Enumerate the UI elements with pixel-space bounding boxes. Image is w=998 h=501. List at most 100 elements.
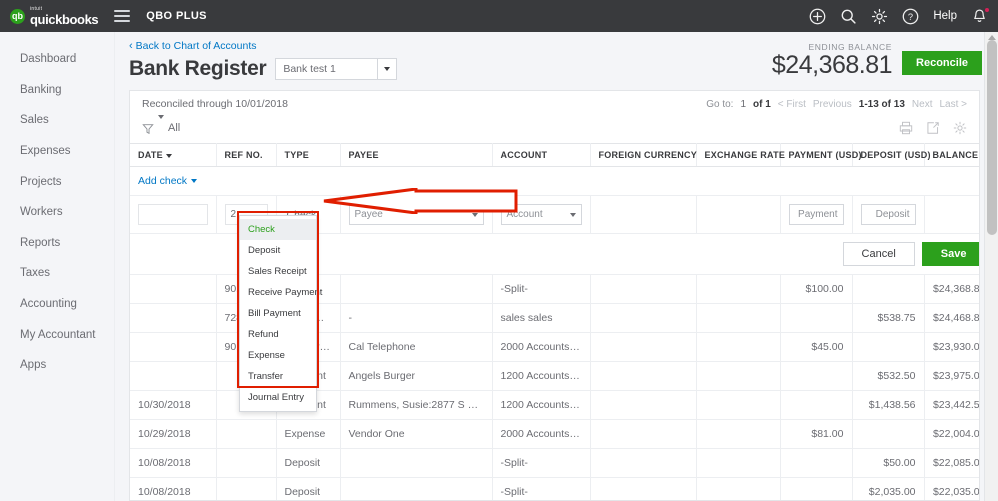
cell-payment (780, 390, 853, 420)
edit-cell-deposit[interactable]: Deposit (852, 195, 925, 234)
sidebar-item-workers[interactable]: Workers (0, 197, 114, 228)
chevron-down-icon[interactable] (466, 204, 484, 225)
edit-cell-payment[interactable]: Payment (780, 195, 853, 234)
dropdown-item-receive-payment[interactable]: Receive Payment (240, 282, 322, 303)
edit-cell-payee[interactable]: Payee (340, 195, 493, 234)
plus-icon[interactable] (809, 8, 826, 25)
cell-foreign-currency (590, 332, 697, 362)
date-input[interactable] (138, 204, 208, 225)
chevron-left-icon: ‹ (129, 39, 133, 52)
column-header-balance[interactable]: BALANCE (USD) (924, 143, 979, 167)
add-check-dropdown-trigger[interactable]: Add check (138, 175, 198, 187)
column-header-payment[interactable]: PAYMENT (USD) (780, 143, 862, 167)
cell-balance: $23,930.06 (924, 332, 979, 362)
cell-exchange-rate (696, 303, 781, 333)
transaction-type-dropdown[interactable]: Check Deposit Sales Receipt Receive Payment… (239, 215, 322, 412)
cell-balance: $22,085.00 (924, 448, 979, 478)
page-number-input[interactable]: 1 (740, 99, 746, 110)
notifications-bell-icon[interactable] (971, 6, 990, 25)
back-to-chart-of-accounts-link[interactable]: ‹ Back to Chart of Accounts (129, 40, 772, 52)
cell-deposit: $2,035.00 (852, 477, 925, 500)
previous-page-button[interactable]: Previous (813, 99, 852, 110)
main-content: ‹ Back to Chart of Accounts Bank Registe… (115, 32, 998, 501)
cell-payee (340, 274, 493, 304)
dropdown-item-refund[interactable]: Refund (240, 324, 316, 345)
table-row[interactable]: 10/29/2018 Expense Vendor One 2000 Accounts… (130, 419, 979, 449)
scrollbar-thumb[interactable] (987, 40, 997, 235)
cell-foreign-currency (590, 274, 697, 304)
vertical-scrollbar[interactable] (984, 32, 998, 501)
cell-ref (216, 477, 277, 500)
save-button[interactable]: Save (921, 242, 979, 266)
payment-input[interactable]: Payment (788, 204, 844, 225)
next-page-button[interactable]: Next (912, 99, 933, 110)
cell-exchange-rate (696, 477, 781, 500)
sidebar-item-dashboard[interactable]: Dashboard (0, 44, 114, 75)
cell-date (130, 303, 217, 333)
edit-cell-date[interactable] (130, 195, 217, 234)
column-header-date[interactable]: DATE (130, 143, 217, 167)
cell-payment (780, 477, 853, 500)
sidebar-item-expenses[interactable]: Expenses (0, 136, 114, 167)
deposit-input[interactable]: Deposit (860, 204, 916, 225)
sidebar-item-sales[interactable]: Sales (0, 105, 114, 136)
dropdown-item-deposit[interactable]: Deposit (240, 240, 316, 261)
filter-control[interactable]: All (142, 115, 180, 137)
column-header-payee[interactable]: PAYEE (340, 143, 493, 167)
dropdown-item-journal-entry[interactable]: Journal Entry (240, 387, 316, 408)
reconcile-button[interactable]: Reconcile (902, 51, 982, 75)
dropdown-item-transfer[interactable]: Transfer (240, 366, 316, 387)
column-header-foreign-currency[interactable]: FOREIGN CURRENCY (590, 143, 697, 167)
cell-account: 2000 Accounts Paya... (492, 419, 591, 449)
cell-payment: $100.00 (780, 274, 853, 304)
sidebar-item-apps[interactable]: Apps (0, 350, 114, 381)
cell-date: 10/30/2018 (130, 390, 217, 420)
cell-balance: $24,468.81 (924, 303, 979, 333)
column-header-type[interactable]: TYPE (276, 143, 341, 167)
gear-icon[interactable] (871, 8, 888, 25)
plan-label: QBO PLUS (146, 10, 207, 22)
dropdown-item-bill-payment[interactable]: Bill Payment (240, 303, 316, 324)
help-label[interactable]: Help (933, 10, 957, 22)
cell-exchange-rate (696, 448, 781, 478)
chevron-down-icon[interactable] (564, 204, 582, 225)
dropdown-item-expense[interactable]: Expense (240, 345, 316, 366)
goto-label: Go to: (706, 98, 734, 110)
first-page-button[interactable]: < First (778, 99, 806, 110)
search-icon[interactable] (840, 8, 857, 25)
sidebar-item-projects[interactable]: Projects (0, 167, 114, 198)
cell-type: Deposit (276, 477, 341, 500)
notification-badge (984, 6, 990, 13)
sidebar-item-accounting[interactable]: Accounting (0, 289, 114, 320)
dropdown-item-check[interactable]: Check (240, 219, 316, 240)
column-header-deposit[interactable]: DEPOSIT (USD) (852, 143, 931, 167)
print-icon[interactable] (899, 121, 913, 135)
hamburger-menu-icon[interactable] (114, 10, 131, 22)
cell-type: Expense (276, 419, 341, 449)
last-page-button[interactable]: Last > (939, 99, 967, 110)
column-header-exchange-rate[interactable]: EXCHANGE RATE (696, 143, 785, 167)
column-header-ref-no[interactable]: REF NO. (216, 143, 277, 167)
edit-cell-account[interactable]: Account (492, 195, 591, 234)
cell-balance: $22,035.00 (924, 477, 979, 500)
help-icon[interactable]: ? (902, 8, 919, 25)
table-header-row: DATE REF NO. TYPE PAYEE ACCOUNT FOREIGN … (130, 143, 979, 167)
column-header-account[interactable]: ACCOUNT (492, 143, 591, 167)
sidebar-item-taxes[interactable]: Taxes (0, 258, 114, 289)
cancel-button[interactable]: Cancel (842, 242, 915, 266)
intuit-wordmark: intuit (30, 5, 43, 12)
settings-gear-icon[interactable] (953, 121, 967, 135)
payee-input[interactable]: Payee (348, 204, 484, 225)
sidebar-item-my-accountant[interactable]: My Accountant (0, 320, 114, 351)
cell-foreign-currency (590, 448, 697, 478)
export-icon[interactable] (926, 121, 940, 135)
table-row[interactable]: 10/08/2018 Deposit -Split- $2,035.00 $22,035… (130, 477, 979, 500)
account-select[interactable]: Bank test 1 (275, 58, 398, 80)
dropdown-item-sales-receipt[interactable]: Sales Receipt (240, 261, 316, 282)
table-row[interactable]: 10/08/2018 Deposit -Split- $50.00$22,085.00 (130, 448, 979, 478)
sidebar-item-banking[interactable]: Banking (0, 75, 114, 106)
sidebar-item-reports[interactable]: Reports (0, 228, 114, 259)
quickbooks-logo[interactable]: qb intuit quickbooks (10, 5, 99, 26)
account-select-value: Bank test 1 (283, 63, 336, 75)
pagination-controls: Go to: 1 of 1 < First Previous 1-13 of 1… (706, 99, 967, 110)
